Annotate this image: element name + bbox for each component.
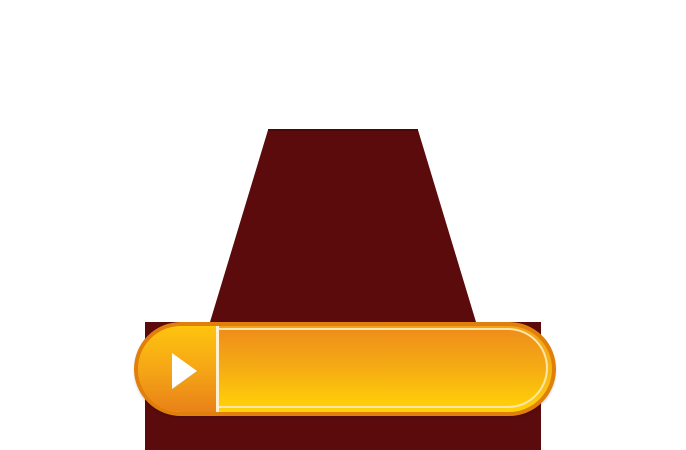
progress-track[interactable] bbox=[219, 326, 552, 412]
player-stage bbox=[0, 0, 686, 450]
progress-track-inner bbox=[219, 328, 548, 408]
play-icon bbox=[172, 353, 198, 390]
media-control-bar bbox=[134, 322, 556, 416]
play-button[interactable] bbox=[138, 326, 216, 412]
